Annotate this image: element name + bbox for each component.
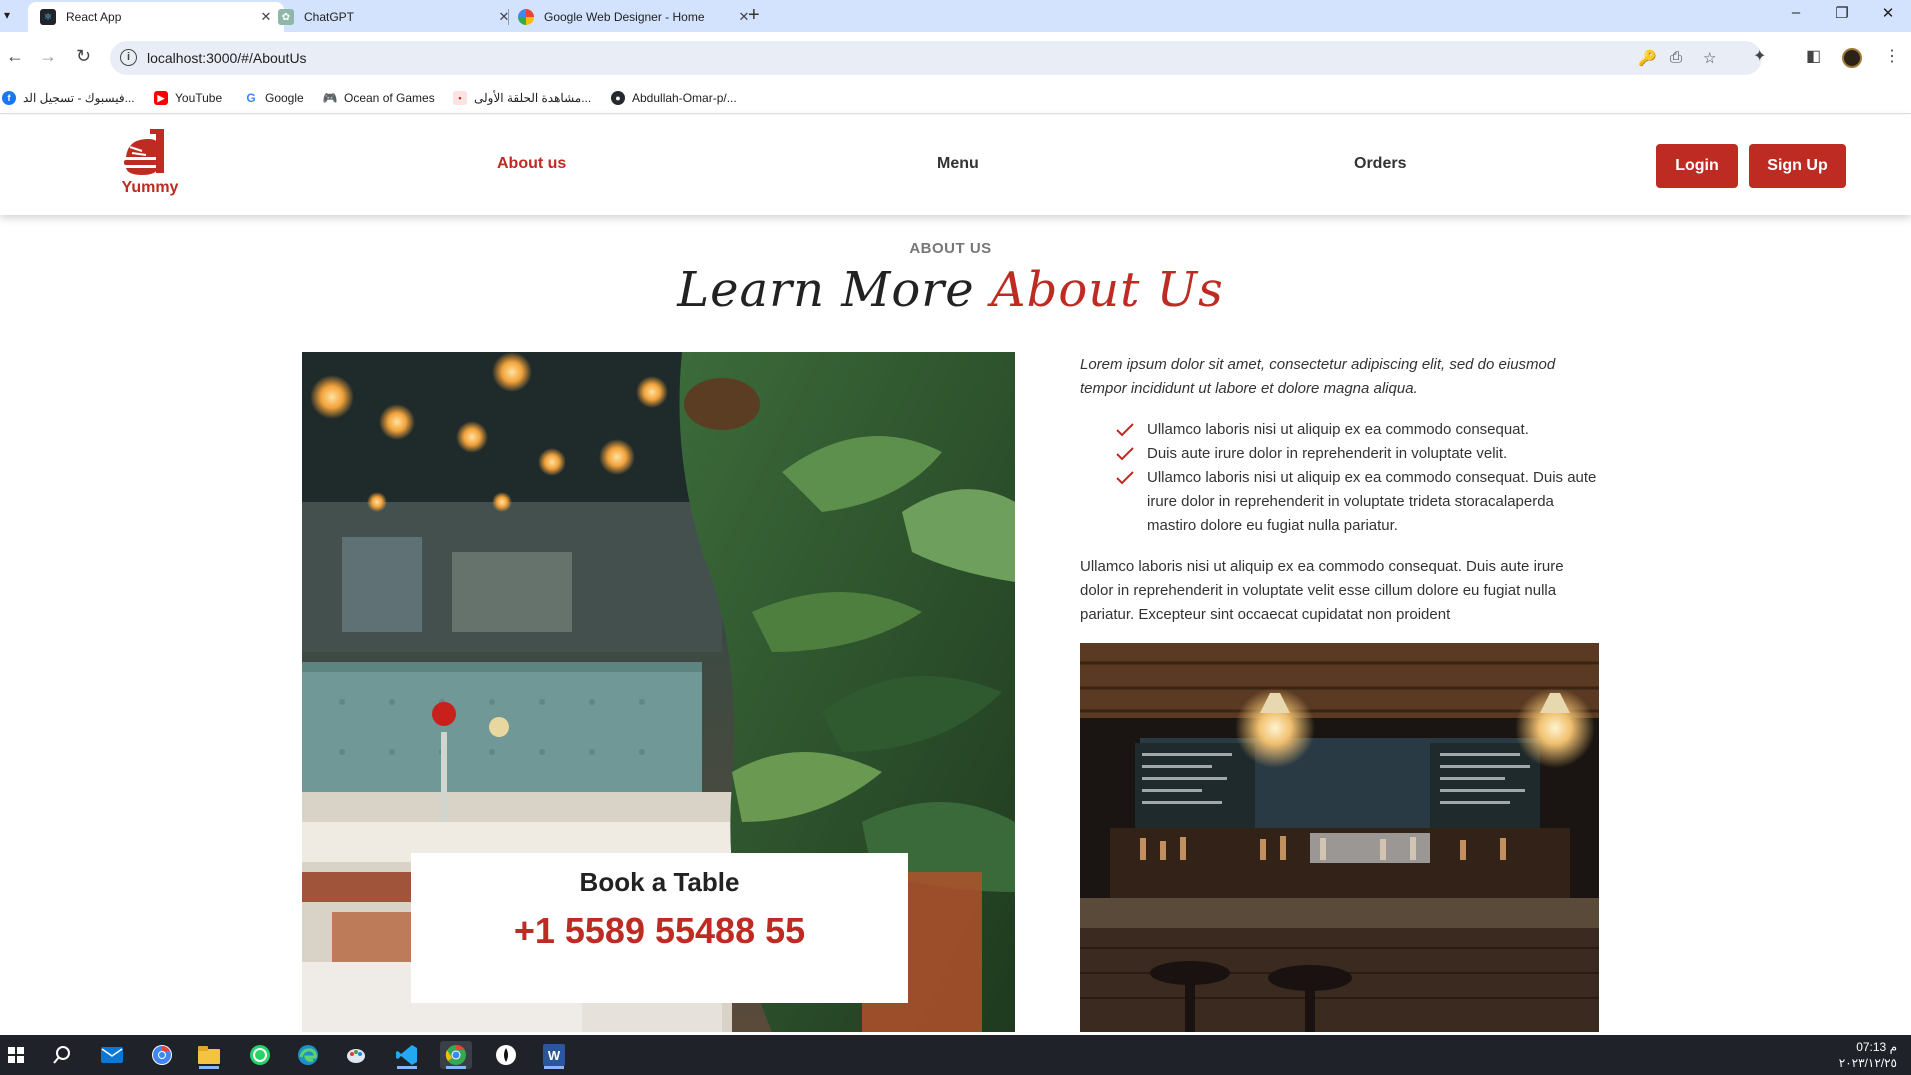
address-bar[interactable]: i localhost:3000/#/AboutUs 🔑 ⎙ ☆ <box>110 41 1762 75</box>
window-close-icon[interactable]: ✕ <box>1865 4 1911 22</box>
reload-icon[interactable]: ↻ <box>76 46 91 67</box>
edge-icon[interactable] <box>292 1041 324 1069</box>
nav-about-us[interactable]: About us <box>497 155 566 173</box>
chrome-active-icon[interactable] <box>440 1041 472 1069</box>
nav-menu[interactable]: Menu <box>937 155 979 173</box>
list-item: Ullamco laboris nisi ut aliquip ex ea co… <box>1116 466 1600 538</box>
google-icon: G <box>244 91 258 105</box>
book-a-table-title: Book a Table <box>579 867 740 897</box>
bookmark-label: Ocean of Games <box>344 91 435 105</box>
list-item-text: Duis aute irure dolor in reprehenderit i… <box>1147 445 1508 462</box>
tab-react-app[interactable]: ⚛ React App ✕ <box>28 2 284 32</box>
bookmarks-bar: f فيسبوك - تسجيل الد... ▶ YouTube G Goog… <box>0 84 1911 114</box>
file-explorer-icon[interactable] <box>193 1041 225 1069</box>
bookmark-youtube[interactable]: ▶ YouTube <box>154 91 222 105</box>
bookmark-label: Google <box>265 91 304 105</box>
react-icon: ⚛ <box>40 9 56 25</box>
headline-accent: About Us <box>990 262 1224 318</box>
book-a-table-phone[interactable]: +1 5589 55488 55 <box>411 910 908 952</box>
whatsapp-icon[interactable] <box>244 1041 276 1069</box>
body-paragraph: Ullamco laboris nisi ut aliquip ex ea co… <box>1080 558 1564 623</box>
vscode-icon[interactable] <box>391 1041 423 1069</box>
checkmark-icon <box>1116 471 1134 485</box>
bookmark-label: فيسبوك - تسجيل الد... <box>23 91 135 105</box>
start-icon[interactable] <box>0 1041 32 1069</box>
site-icon: • <box>453 91 467 105</box>
bookmark-label: Abdullah-Omar-p/... <box>632 91 737 105</box>
bookmark-label: YouTube <box>175 91 223 105</box>
clock-time: 07:13 م <box>1856 1040 1897 1054</box>
list-item-text: Ullamco laboris nisi ut aliquip ex ea co… <box>1147 469 1597 534</box>
bookmark-github[interactable]: ● Abdullah-Omar-p/... <box>611 91 737 105</box>
site-header: Yummy About us Menu Orders Login Sign Up <box>0 115 1911 215</box>
bookmark-label: مشاهدة الحلقة الأولى... <box>474 91 592 105</box>
back-icon[interactable]: ← <box>6 46 24 67</box>
github-icon: ● <box>611 91 625 105</box>
checkmark-icon <box>1116 447 1134 461</box>
side-panel-icon[interactable]: ◧ <box>1806 46 1821 66</box>
list-item-text: Ullamco laboris nisi ut aliquip ex ea co… <box>1147 421 1529 438</box>
facebook-icon: f <box>2 91 16 105</box>
tab-google-web-designer[interactable]: Google Web Designer - Home ✕ <box>506 2 762 32</box>
mail-icon[interactable] <box>96 1041 128 1069</box>
url-text[interactable]: localhost:3000/#/AboutUs <box>147 50 307 66</box>
app-icon[interactable] <box>490 1041 522 1069</box>
clock-date: ٢٠٢٣/١٢/٢٥ <box>1838 1056 1897 1070</box>
checklist: Ullamco laboris nisi ut aliquip ex ea co… <box>1080 418 1600 538</box>
paint-icon[interactable] <box>340 1041 372 1069</box>
bar-interior-image <box>1080 643 1599 1032</box>
word-icon[interactable]: W <box>538 1041 570 1069</box>
system-clock[interactable]: 07:13 م ٢٠٢٣/١٢/٢٥ <box>1839 1039 1897 1071</box>
burger-logo-icon <box>124 129 164 175</box>
login-button[interactable]: Login <box>1656 144 1738 188</box>
list-item: Duis aute irure dolor in reprehenderit i… <box>1116 442 1600 466</box>
svg-text:W: W <box>548 1048 561 1063</box>
tab-title: ChatGPT <box>304 10 355 24</box>
new-tab-icon[interactable]: + <box>748 4 760 27</box>
extensions-icon[interactable]: ✦ <box>1753 46 1766 66</box>
section-headline: Learn More About Us <box>0 262 1901 318</box>
tab-chatgpt[interactable]: ✿ ChatGPT ✕ <box>266 2 522 32</box>
key-icon[interactable]: 🔑 <box>1638 49 1657 67</box>
tab-title: Google Web Designer - Home <box>544 10 705 24</box>
browser-tab-bar: ▾ ⚛ React App ✕ ✿ ChatGPT ✕ Google Web D… <box>0 0 1911 32</box>
chrome-icon[interactable] <box>146 1041 178 1069</box>
intro-paragraph: Lorem ipsum dolor sit amet, consectetur … <box>1080 356 1556 397</box>
gamepad-icon: 🎮 <box>322 91 338 105</box>
chatgpt-icon: ✿ <box>278 9 294 25</box>
book-a-table-box[interactable]: Book a Table +1 5589 55488 55 <box>411 853 908 1003</box>
bar-interior-photo <box>1080 643 1599 1032</box>
install-app-icon[interactable]: ⎙ <box>1670 49 1682 66</box>
bookmark-facebook[interactable]: f فيسبوك - تسجيل الد... <box>2 91 135 105</box>
section-eyebrow: ABOUT US <box>909 240 992 257</box>
headline-main: Learn More <box>677 262 975 318</box>
restore-icon[interactable]: ❐ <box>1819 4 1865 22</box>
logo-text: Yummy <box>121 179 179 196</box>
bookmark-google[interactable]: G Google <box>244 91 304 105</box>
bookmark-star-icon[interactable]: ☆ <box>1703 49 1716 67</box>
profile-avatar[interactable] <box>1842 48 1862 68</box>
checkmark-icon <box>1116 423 1134 437</box>
minimize-icon[interactable]: – <box>1773 4 1819 21</box>
list-item: Ullamco laboris nisi ut aliquip ex ea co… <box>1116 418 1600 442</box>
browser-toolbar: ← → ↻ i localhost:3000/#/AboutUs 🔑 ⎙ ☆ ✦… <box>0 32 1911 84</box>
youtube-icon: ▶ <box>154 91 168 105</box>
tab-search-icon[interactable]: ▾ <box>4 8 10 22</box>
sign-up-button[interactable]: Sign Up <box>1749 144 1846 188</box>
tab-title: React App <box>66 10 122 24</box>
bookmark-episode[interactable]: • مشاهدة الحلقة الأولى... <box>453 91 591 105</box>
search-icon[interactable] <box>46 1041 78 1069</box>
nav-orders[interactable]: Orders <box>1354 155 1406 173</box>
bookmark-ocean-of-games[interactable]: 🎮 Ocean of Games <box>323 91 435 105</box>
google-web-designer-icon <box>518 9 534 25</box>
more-menu-icon[interactable]: ⋮ <box>1884 46 1900 66</box>
forward-icon[interactable]: → <box>39 46 57 67</box>
logo[interactable]: Yummy <box>120 127 180 203</box>
site-info-icon[interactable]: i <box>120 49 137 66</box>
windows-taskbar: W 07:13 م ٢٠٢٣/١٢/٢٥ <box>0 1035 1911 1075</box>
